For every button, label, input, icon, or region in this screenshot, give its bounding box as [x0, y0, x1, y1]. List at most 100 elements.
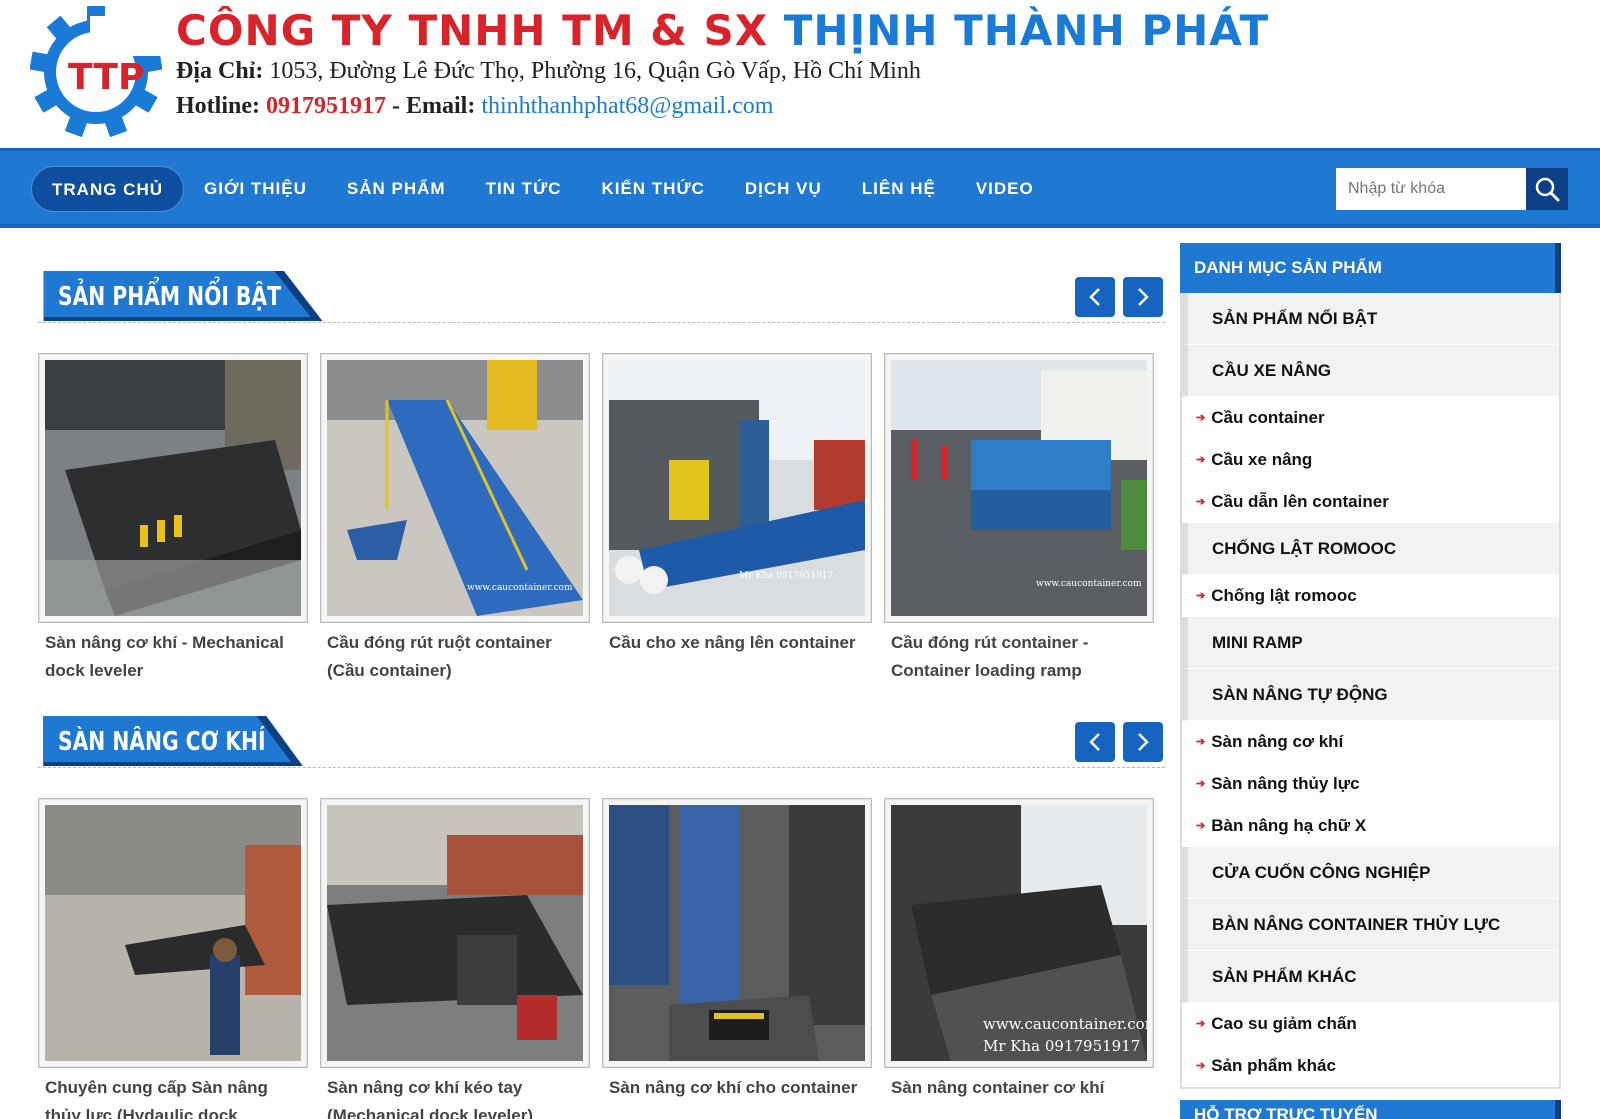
- category-san-pham-noi-bat[interactable]: SẢN PHẨM NỔI BẬT: [1182, 293, 1559, 345]
- carousel-next-button[interactable]: [1123, 277, 1163, 317]
- product-card[interactable]: www.caucontainer.com Cầu đóng rút contai…: [884, 353, 1154, 685]
- arrow-bullet-icon: ➔: [1196, 736, 1206, 748]
- product-image[interactable]: [38, 798, 308, 1068]
- subcategory-item[interactable]: ➔ Bàn nâng hạ chữ X: [1182, 805, 1559, 847]
- company-address: Địa Chỉ: 1053, Đường Lê Đức Thọ, Phường …: [176, 58, 921, 85]
- hotline-label: Hotline:: [176, 93, 260, 119]
- nav-menu: TRANG CHỦ GIỚI THIỆU SẢN PHẨM TIN TỨC KI…: [31, 166, 1054, 212]
- subcategory-label: Cầu dẫn lên container: [1211, 492, 1389, 511]
- search-input[interactable]: [1336, 168, 1526, 210]
- section-title: SẢN PHẨM NỔI BẬT: [58, 282, 281, 312]
- featured-products-section: SẢN PHẨM NỔI BẬT Sàn nâng cơ khí - Mecha…: [38, 271, 1165, 680]
- product-image[interactable]: www.caucontainer.com: [320, 353, 590, 623]
- photo-watermark: www.caucontainer.com: [1036, 579, 1142, 589]
- subcategory-label: Sàn nâng thủy lực: [1211, 774, 1360, 793]
- subcategory-label: Cầu container: [1211, 408, 1325, 427]
- category-cau-xe-nang[interactable]: CẦU XE NÂNG: [1182, 345, 1559, 397]
- product-name[interactable]: Cầu đóng rút ruột container (Cầu contain…: [320, 629, 590, 685]
- section-header: SÀN NÂNG CƠ KHÍ: [38, 716, 1165, 768]
- product-name[interactable]: Sàn nâng cơ khí kéo tay (Mechanical dock…: [320, 1074, 590, 1119]
- product-carousel: Chuyên cung cấp Sàn nâng thủy lực (Hydau…: [38, 798, 1166, 1119]
- address-text: 1053, Đường Lê Đức Thọ, Phường 16, Quận …: [269, 58, 921, 84]
- product-name[interactable]: Chuyên cung cấp Sàn nâng thủy lực (Hydau…: [38, 1074, 308, 1119]
- subcategory-item[interactable]: ➔ Sàn nâng cơ khí: [1182, 721, 1559, 763]
- nav-item-lien-he[interactable]: LIÊN HỆ: [842, 166, 956, 212]
- section-title: SÀN NÂNG CƠ KHÍ: [58, 727, 266, 757]
- sidebar-title: DANH MỤC SẢN PHẨM: [1180, 243, 1561, 293]
- subcategory-item[interactable]: ➔ Cao su giảm chấn: [1182, 1003, 1559, 1045]
- arrow-bullet-icon: ➔: [1196, 412, 1206, 424]
- nav-item-trang-chu[interactable]: TRANG CHỦ: [31, 166, 184, 212]
- product-card[interactable]: Mr Kha 0917951917 Cầu cho xe nâng lên co…: [602, 353, 872, 685]
- arrow-bullet-icon: ➔: [1196, 820, 1206, 832]
- product-card[interactable]: Chuyên cung cấp Sàn nâng thủy lực (Hydau…: [38, 798, 308, 1119]
- subcategory-label: Cao su giảm chấn: [1211, 1014, 1357, 1033]
- carousel-prev-button[interactable]: [1075, 722, 1115, 762]
- chevron-right-icon: [1138, 288, 1149, 306]
- arrow-bullet-icon: ➔: [1196, 1060, 1206, 1072]
- chevron-left-icon: [1089, 733, 1100, 751]
- address-label: Địa Chỉ:: [176, 58, 264, 84]
- company-logo[interactable]: TTP: [30, 2, 162, 138]
- category-mini-ramp[interactable]: MINI RAMP: [1182, 617, 1559, 669]
- subcategory-item[interactable]: ➔ Sản phẩm khác: [1182, 1045, 1559, 1087]
- category-san-nang-tu-dong[interactable]: SÀN NÂNG TỰ ĐỘNG: [1182, 669, 1559, 721]
- mechanical-leveler-section: SÀN NÂNG CƠ KHÍ Chuyên cung cấp Sàn nâng…: [38, 716, 1165, 1119]
- photo-watermark: Mr Kha 0917951917: [739, 571, 834, 581]
- nav-item-video[interactable]: VIDEO: [956, 166, 1054, 212]
- product-name[interactable]: Cầu cho xe nâng lên container: [602, 629, 872, 657]
- chevron-left-icon: [1089, 288, 1100, 306]
- product-image[interactable]: [38, 353, 308, 623]
- nav-item-dich-vu[interactable]: DỊCH VỤ: [725, 166, 842, 212]
- subcategory-item[interactable]: ➔ Cầu xe nâng: [1182, 439, 1559, 481]
- product-image[interactable]: www.caucontainer.com Mr Kha 0917951917: [884, 798, 1154, 1068]
- nav-item-san-pham[interactable]: SẢN PHẨM: [327, 166, 466, 212]
- subcategory-label: Cầu xe nâng: [1211, 450, 1313, 469]
- chevron-right-icon: [1138, 733, 1149, 751]
- product-image[interactable]: Mr Kha 0917951917: [602, 353, 872, 623]
- nav-item-gioi-thieu[interactable]: GIỚI THIỆU: [184, 166, 327, 212]
- company-name: CÔNG TY TNHH TM & SX THỊNH THÀNH PHÁT: [176, 6, 1269, 55]
- nav-item-tin-tuc[interactable]: TIN TỨC: [466, 166, 582, 212]
- product-card[interactable]: Sàn nâng cơ khí - Mechanical dock levele…: [38, 353, 308, 685]
- hotline-number[interactable]: 0917951917: [266, 93, 386, 119]
- subcategory-item[interactable]: ➔ Cầu dẫn lên container: [1182, 481, 1559, 523]
- online-support-title: HỖ TRỢ TRỰC TUYẾN: [1180, 1100, 1561, 1119]
- product-card[interactable]: www.caucontainer.com Mr Kha 0917951917 S…: [884, 798, 1154, 1119]
- arrow-bullet-icon: ➔: [1196, 778, 1206, 790]
- arrow-bullet-icon: ➔: [1196, 454, 1206, 466]
- logo-text: TTP: [68, 57, 144, 98]
- product-category-sidebar: DANH MỤC SẢN PHẨM SẢN PHẨM NỔI BẬT CẦU X…: [1180, 243, 1561, 1089]
- product-name[interactable]: Cầu đóng rút container - Container loadi…: [884, 629, 1154, 685]
- section-header: SẢN PHẨM NỔI BẬT: [38, 271, 1165, 323]
- product-image[interactable]: [602, 798, 872, 1068]
- product-image[interactable]: [320, 798, 590, 1068]
- subcategory-label: Sản phẩm khác: [1211, 1056, 1336, 1075]
- main-navbar: TRANG CHỦ GIỚI THIỆU SẢN PHẨM TIN TỨC KI…: [0, 148, 1600, 228]
- category-san-pham-khac[interactable]: SẢN PHẨM KHÁC: [1182, 951, 1559, 1003]
- subcategory-item[interactable]: ➔ Sàn nâng thủy lực: [1182, 763, 1559, 805]
- subcategory-item[interactable]: ➔ Chống lật romooc: [1182, 575, 1559, 617]
- product-name[interactable]: Sàn nâng cơ khí cho container: [602, 1074, 872, 1102]
- nav-item-kien-thuc[interactable]: KIẾN THỨC: [581, 166, 724, 212]
- subcategory-label: Bàn nâng hạ chữ X: [1211, 816, 1367, 835]
- category-cua-cuon-cong-nghiep[interactable]: CỬA CUỐN CÔNG NGHIỆP: [1182, 847, 1559, 899]
- email-link[interactable]: thinhthanhphat68@gmail.com: [481, 93, 773, 119]
- search-button[interactable]: [1526, 168, 1568, 210]
- page: TTP CÔNG TY TNHH TM & SX THỊNH THÀNH PHÁ…: [0, 0, 1600, 1119]
- product-card[interactable]: Sàn nâng cơ khí cho container: [602, 798, 872, 1119]
- carousel-prev-button[interactable]: [1075, 277, 1115, 317]
- subcategory-item[interactable]: ➔ Cầu container: [1182, 397, 1559, 439]
- search-icon: [1535, 177, 1560, 202]
- product-name[interactable]: Sàn nâng container cơ khí: [884, 1074, 1154, 1102]
- product-card[interactable]: Sàn nâng cơ khí kéo tay (Mechanical dock…: [320, 798, 590, 1119]
- product-name[interactable]: Sàn nâng cơ khí - Mechanical dock levele…: [38, 629, 308, 685]
- category-ban-nang-container-thuy-luc[interactable]: BÀN NÂNG CONTAINER THỦY LỰC: [1182, 899, 1559, 951]
- category-chong-lat-romooc[interactable]: CHỐNG LẬT ROMOOC: [1182, 523, 1559, 575]
- product-image[interactable]: www.caucontainer.com: [884, 353, 1154, 623]
- product-card[interactable]: www.caucontainer.com Cầu đóng rút ruột c…: [320, 353, 590, 685]
- photo-watermark: Mr Kha 0917951917: [983, 1037, 1140, 1055]
- product-carousel: Sàn nâng cơ khí - Mechanical dock levele…: [38, 353, 1166, 685]
- arrow-bullet-icon: ➔: [1196, 1018, 1206, 1030]
- carousel-next-button[interactable]: [1123, 722, 1163, 762]
